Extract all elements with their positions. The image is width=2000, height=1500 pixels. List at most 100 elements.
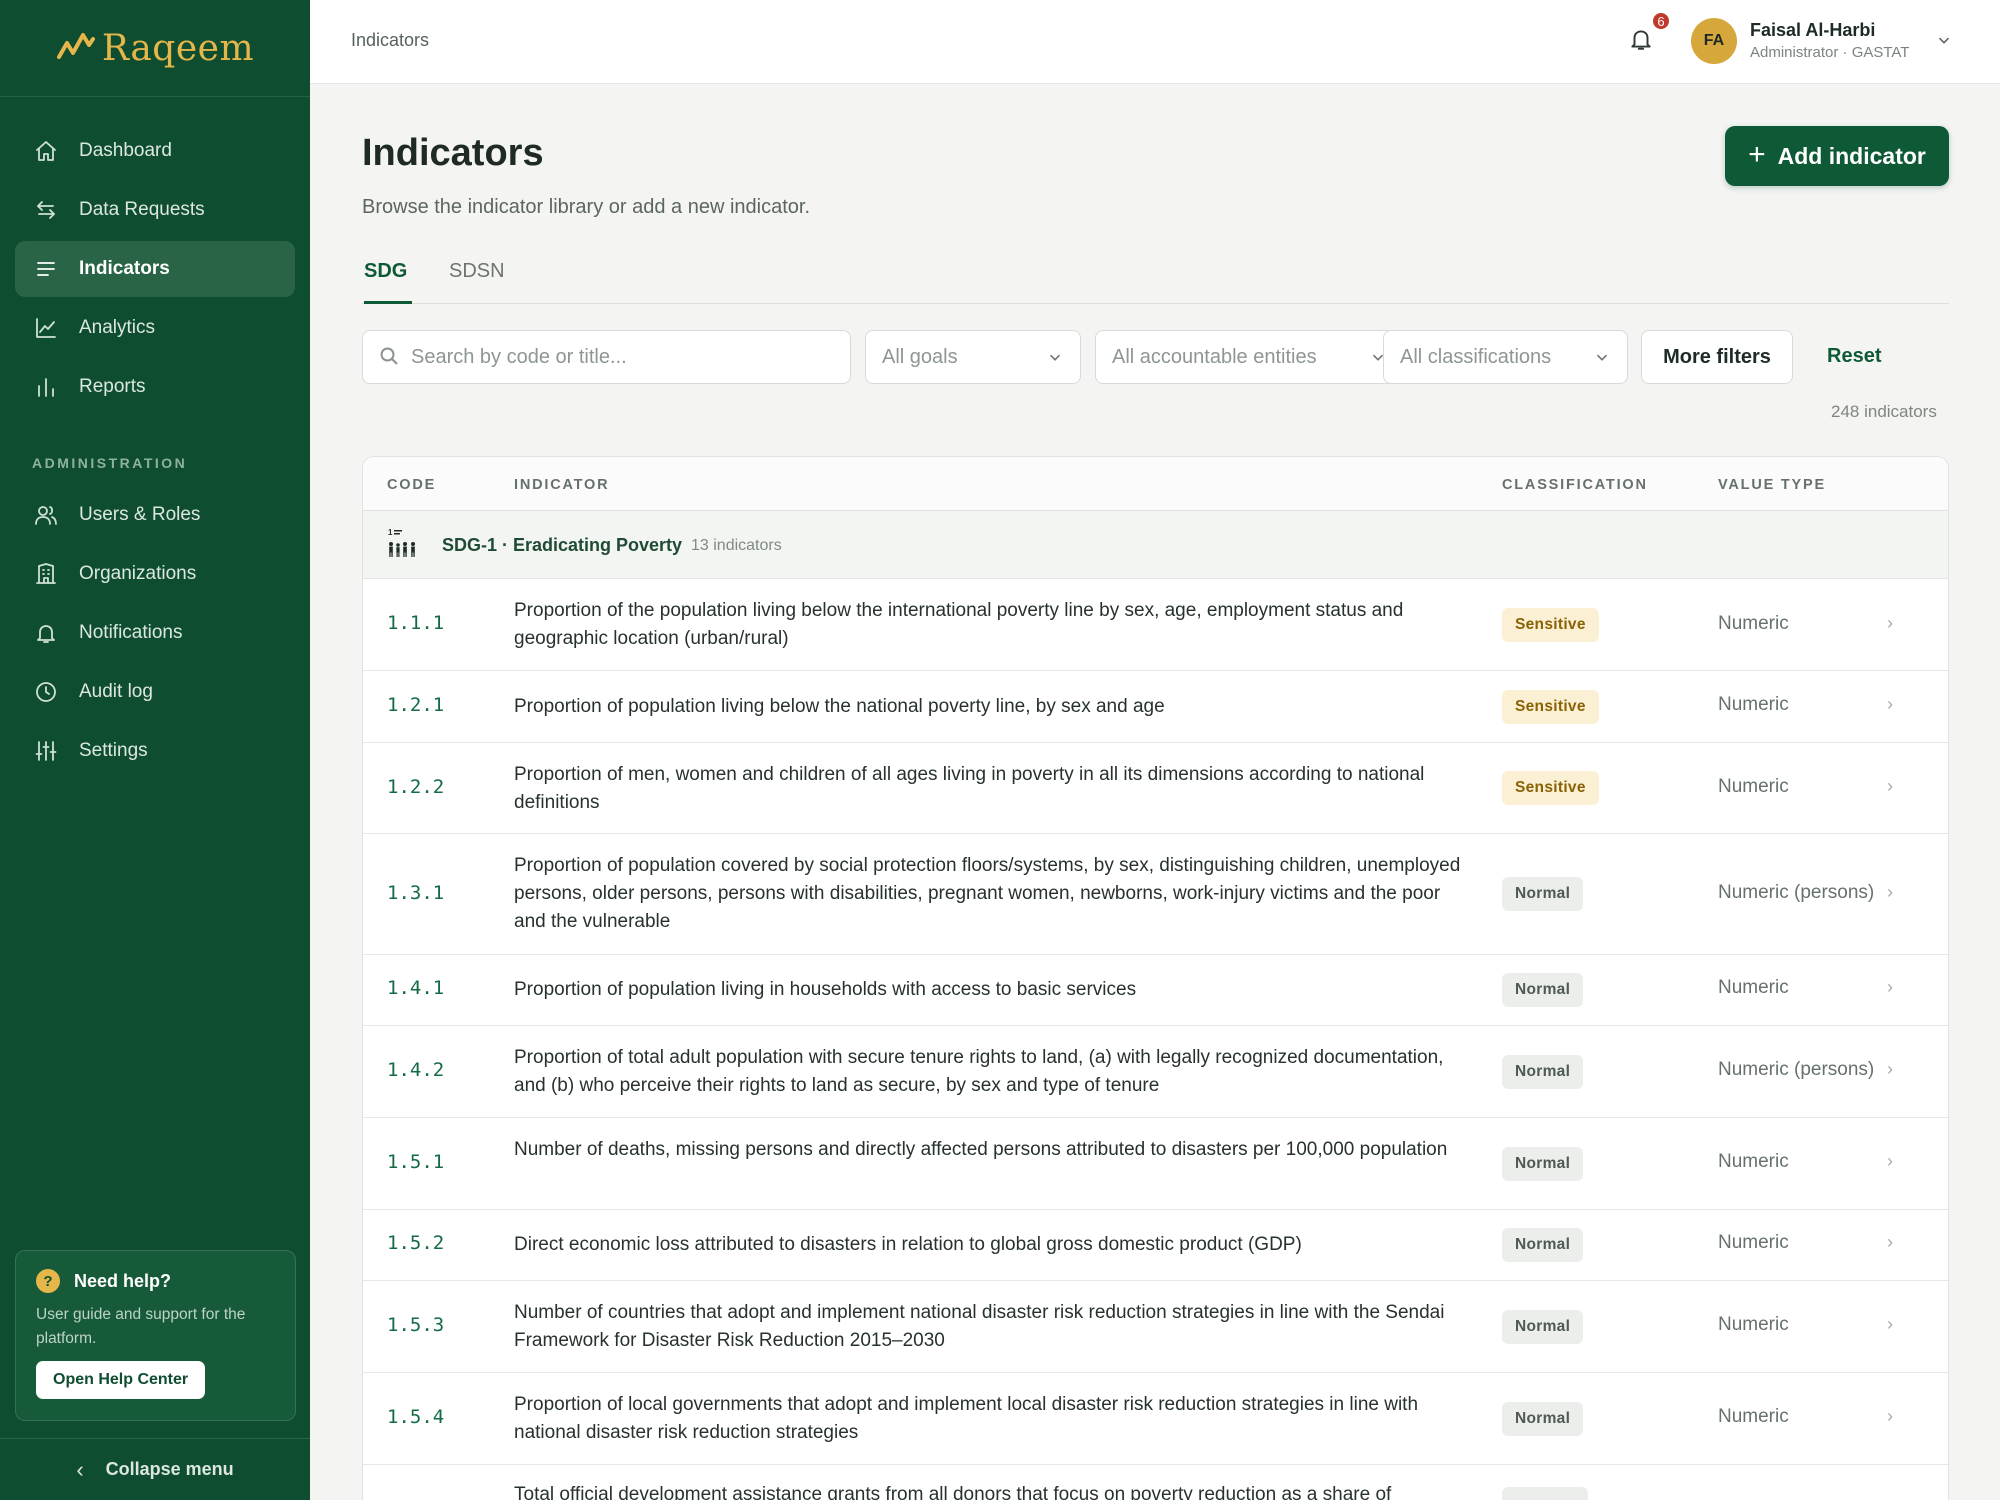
indicator-code: 1.4.1 <box>387 977 445 999</box>
entities-select-value: All accountable entities <box>1112 345 1317 368</box>
classification-badge: Normal <box>1502 1055 1584 1089</box>
nav-label: Settings <box>79 740 148 761</box>
nav-item-settings[interactable]: Settings <box>15 723 295 779</box>
classification-badge: Normal <box>1502 1402 1584 1436</box>
logo[interactable]: Raqeem <box>0 0 310 97</box>
table-row[interactable]: 1.4.1 Proportion of population living in… <box>363 955 1948 1026</box>
chevron-right-icon: › <box>1887 694 1893 714</box>
chevron-right-icon: › <box>1887 1314 1893 1334</box>
value-type: Numeric <box>1718 1314 1789 1335</box>
classification-badge: Normal <box>1502 1310 1584 1344</box>
sliders-icon <box>33 738 59 764</box>
tab-sdsn[interactable]: SDSN <box>449 260 505 304</box>
chevron-down-icon <box>1593 348 1611 372</box>
add-indicator-button[interactable]: + Add indicator <box>1725 126 1949 186</box>
list-icon <box>33 256 59 282</box>
table-row[interactable]: 1.1.1 Proportion of the population livin… <box>363 579 1948 671</box>
chevron-right-icon: › <box>1887 1232 1893 1252</box>
collapse-menu-button[interactable]: ‹ Collapse menu <box>0 1438 310 1500</box>
classification-badge: Normal <box>1502 877 1584 911</box>
group-title: SDG-1 · Eradicating Poverty <box>442 535 683 555</box>
indicator-title: Number of countries that adopt and imple… <box>514 1302 1445 1351</box>
value-type: Numeric <box>1718 776 1789 797</box>
indicator-code: 1.5.3 <box>387 1314 445 1336</box>
notifications-bell-icon[interactable] <box>1628 26 1658 56</box>
users-icon <box>33 502 59 528</box>
tab-sdg[interactable]: SDG <box>364 260 412 304</box>
chevron-down-icon[interactable] <box>1935 31 1955 51</box>
help-question-icon: ? <box>36 1269 60 1293</box>
goals-select[interactable]: All goals <box>865 330 1081 384</box>
nav-label: Reports <box>79 376 146 397</box>
value-type: Numeric <box>1718 694 1789 715</box>
column-header-value-type[interactable]: VALUE TYPE <box>1718 477 1826 493</box>
indicator-title: Proportion of population living below th… <box>514 696 1165 717</box>
indicator-title: Total official development assistance gr… <box>514 1484 1392 1500</box>
indicator-title: Proportion of the population living belo… <box>514 600 1404 649</box>
nav-item-analytics[interactable]: Analytics <box>15 300 295 356</box>
open-help-center-button[interactable]: Open Help Center <box>36 1361 206 1399</box>
help-text: User guide and support for the platform. <box>36 1306 246 1347</box>
search-icon <box>379 346 401 368</box>
table-row[interactable]: 1.4.2 Proportion of total adult populati… <box>363 1026 1948 1118</box>
value-type: Numeric <box>1718 1406 1789 1427</box>
reset-link[interactable]: Reset <box>1827 345 1881 368</box>
chevron-left-icon: ‹ <box>76 1456 84 1482</box>
user-role: Administrator · GASTAT <box>1750 44 1910 61</box>
nav-item-data-requests[interactable]: Data Requests <box>15 182 295 238</box>
building-icon <box>33 561 59 587</box>
nav-label: Dashboard <box>79 140 172 161</box>
page-title: Indicators <box>362 132 544 174</box>
value-type: Numeric <box>1718 1232 1789 1253</box>
nav-item-reports[interactable]: Reports <box>15 359 295 415</box>
nav-item-users-roles[interactable]: Users & Roles <box>15 487 295 543</box>
chevron-right-icon: › <box>1887 1151 1893 1171</box>
indicator-code: 1.5.1 <box>387 1151 445 1173</box>
chevron-down-icon <box>1046 348 1064 372</box>
indicator-code: 1.2.1 <box>387 694 445 716</box>
column-header-indicator[interactable]: INDICATOR <box>514 477 609 493</box>
table-row[interactable]: 1.5.4 Proportion of local governments th… <box>363 1373 1948 1465</box>
nav-label: Organizations <box>79 563 197 584</box>
group-row-sdg-1[interactable]: 1 SDG-1 · Eradicating Poverty 13 indicat… <box>363 511 1948 579</box>
avatar[interactable]: FA <box>1691 18 1737 64</box>
chevron-right-icon: › <box>1887 882 1893 902</box>
goals-select-value: All goals <box>882 345 958 368</box>
more-filters-button[interactable]: More filters <box>1641 330 1793 384</box>
page-subtitle: Browse the indicator library or add a ne… <box>362 196 811 218</box>
plus-icon: + <box>1748 137 1766 171</box>
classifications-select[interactable]: All classifications <box>1383 330 1628 384</box>
nav-item-notifications[interactable]: Notifications <box>15 605 295 661</box>
entities-select[interactable]: All accountable entities <box>1095 330 1404 384</box>
indicator-code: 1.5.4 <box>387 1406 445 1428</box>
table-row[interactable]: 1.2.1 Proportion of population living be… <box>363 671 1948 743</box>
table-row[interactable]: 1.5.1 Number of deaths, missing persons … <box>363 1118 1948 1210</box>
table-row[interactable]: 1.3.1 Proportion of population covered b… <box>363 834 1948 955</box>
clock-icon <box>33 679 59 705</box>
nav-item-dashboard[interactable]: Dashboard <box>15 123 295 179</box>
user-name[interactable]: Faisal Al-Harbi <box>1750 20 1875 41</box>
tabs: SDG SDSN <box>362 250 1949 304</box>
table-row[interactable]: 1.5.3 Number of countries that adopt and… <box>363 1281 1948 1373</box>
value-type: Numeric <box>1718 1151 1789 1172</box>
indicator-title: Proportion of population covered by soci… <box>514 855 1461 932</box>
table-row[interactable]: Total official development assistance gr… <box>363 1465 1948 1500</box>
add-indicator-label: Add indicator <box>1777 142 1926 169</box>
nav-item-audit-log[interactable]: Audit log <box>15 664 295 720</box>
breadcrumb: Indicators <box>351 30 430 50</box>
indicator-code: 1.3.1 <box>387 882 445 904</box>
chevron-right-icon: › <box>1887 613 1893 633</box>
column-header-classification[interactable]: CLASSIFICATION <box>1502 477 1648 493</box>
section-label-administration: ADMINISTRATION <box>32 455 188 471</box>
group-count: 13 indicators <box>691 537 782 554</box>
table-body: 1.1.1 Proportion of the population livin… <box>363 579 1948 1500</box>
table-row[interactable]: 1.2.2 Proportion of men, women and child… <box>363 743 1948 834</box>
indicator-code: 1.4.2 <box>387 1059 445 1081</box>
column-header-code[interactable]: CODE <box>387 477 436 493</box>
nav-item-organizations[interactable]: Organizations <box>15 546 295 602</box>
nav-item-indicators[interactable]: Indicators <box>15 241 295 297</box>
search-input[interactable]: Search by code or title... <box>362 330 851 384</box>
classification-badge: Sensitive <box>1502 771 1599 805</box>
indicator-title: Direct economic loss attributed to disas… <box>514 1234 1302 1255</box>
table-row[interactable]: 1.5.2 Direct economic loss attributed to… <box>363 1210 1948 1281</box>
